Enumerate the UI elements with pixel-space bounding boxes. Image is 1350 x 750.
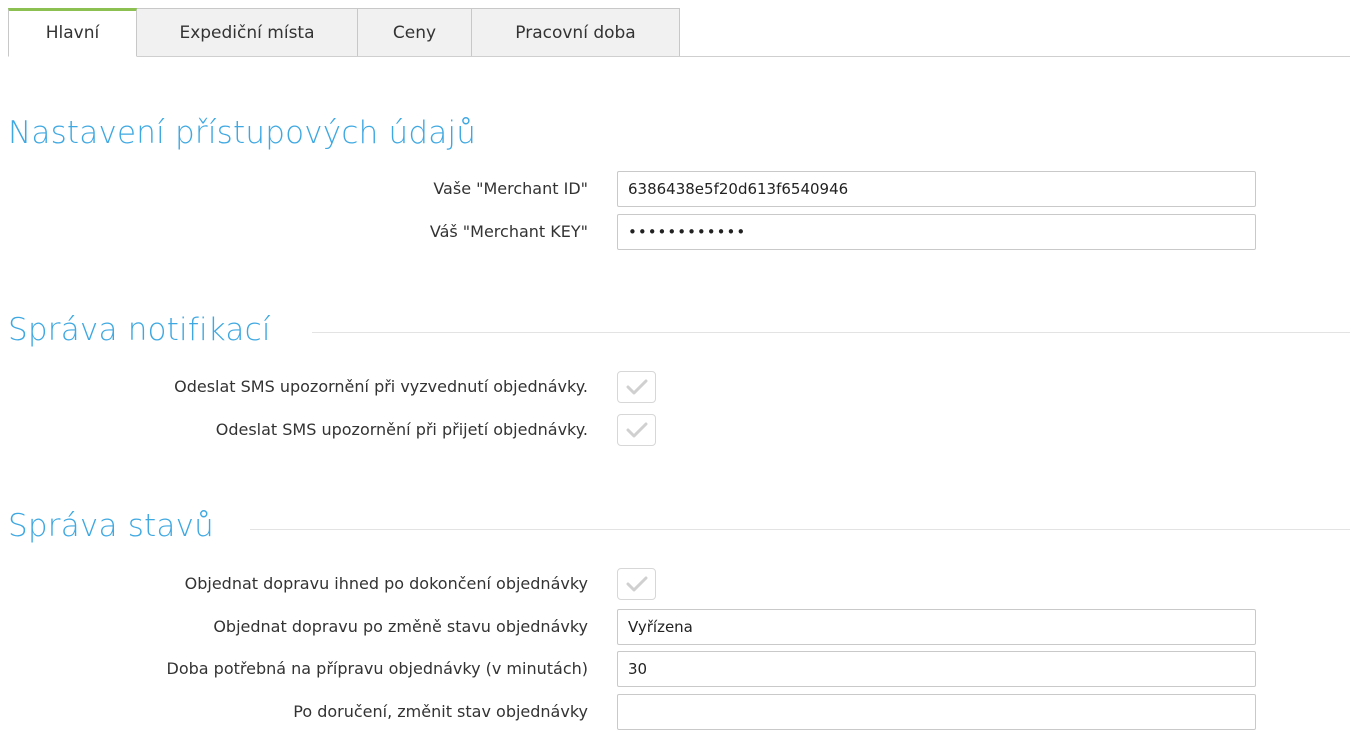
order-on-state-select[interactable]: Vyřízena <box>617 609 1256 645</box>
order-on-complete-label: Objednat dopravu ihned po dokončení obje… <box>184 574 588 593</box>
tab-expedicni-mista[interactable]: Expediční místa <box>137 8 358 57</box>
sms-received-label: Odeslat SMS upozornění při přijetí objed… <box>215 420 588 439</box>
checkmark-icon <box>626 576 647 592</box>
order-on-complete-checkbox[interactable] <box>617 568 656 600</box>
merchant-key-row: Váš "Merchant KEY" •••••••••••• <box>0 214 1350 250</box>
order-on-state-row: Objednat dopravu po změně stavu objednáv… <box>0 609 1350 645</box>
section-title-states: Správa stavů <box>8 508 214 544</box>
merchant-id-row: Vaše "Merchant ID" 6386438e5f20d613f6540… <box>0 171 1350 207</box>
merchant-key-label: Váš "Merchant KEY" <box>429 222 588 241</box>
sms-pickup-label: Odeslat SMS upozornění při vyzvednutí ob… <box>174 377 588 396</box>
merchant-id-input[interactable]: 6386438e5f20d613f6540946 <box>617 171 1256 207</box>
tab-ceny[interactable]: Ceny <box>358 8 472 57</box>
after-delivery-label: Po doručení, změnit stav objednávky <box>293 702 588 721</box>
after-delivery-select[interactable] <box>617 694 1256 730</box>
merchant-id-label: Vaše "Merchant ID" <box>433 179 588 198</box>
checkmark-icon <box>626 422 647 438</box>
sms-received-checkbox[interactable] <box>617 414 656 446</box>
checkmark-icon <box>626 379 647 395</box>
after-delivery-row: Po doručení, změnit stav objednávky <box>0 694 1350 730</box>
order-on-state-label: Objednat dopravu po změně stavu objednáv… <box>213 617 588 636</box>
sms-received-row: Odeslat SMS upozornění při přijetí objed… <box>0 412 1350 448</box>
prep-time-label: Doba potřebná na přípravu objednávky (v … <box>166 659 589 678</box>
section-title-credentials: Nastavení přístupových údajů <box>8 115 477 151</box>
tab-bar: Hlavní Expediční místa Ceny Pracovní dob… <box>8 8 680 57</box>
order-on-complete-row: Objednat dopravu ihned po dokončení obje… <box>0 566 1350 602</box>
section-divider-states <box>250 529 1350 530</box>
prep-time-row: Doba potřebná na přípravu objednávky (v … <box>0 651 1350 687</box>
section-divider-notifications <box>312 332 1350 333</box>
prep-time-input[interactable]: 30 <box>617 651 1256 687</box>
section-title-notifications: Správa notifikací <box>8 312 271 348</box>
tab-hlavni[interactable]: Hlavní <box>8 8 137 57</box>
merchant-key-input[interactable]: •••••••••••• <box>617 214 1256 250</box>
tab-bar-divider <box>8 56 1350 57</box>
sms-pickup-row: Odeslat SMS upozornění při vyzvednutí ob… <box>0 369 1350 405</box>
sms-pickup-checkbox[interactable] <box>617 371 656 403</box>
tab-pracovni-doba[interactable]: Pracovní doba <box>472 8 680 57</box>
